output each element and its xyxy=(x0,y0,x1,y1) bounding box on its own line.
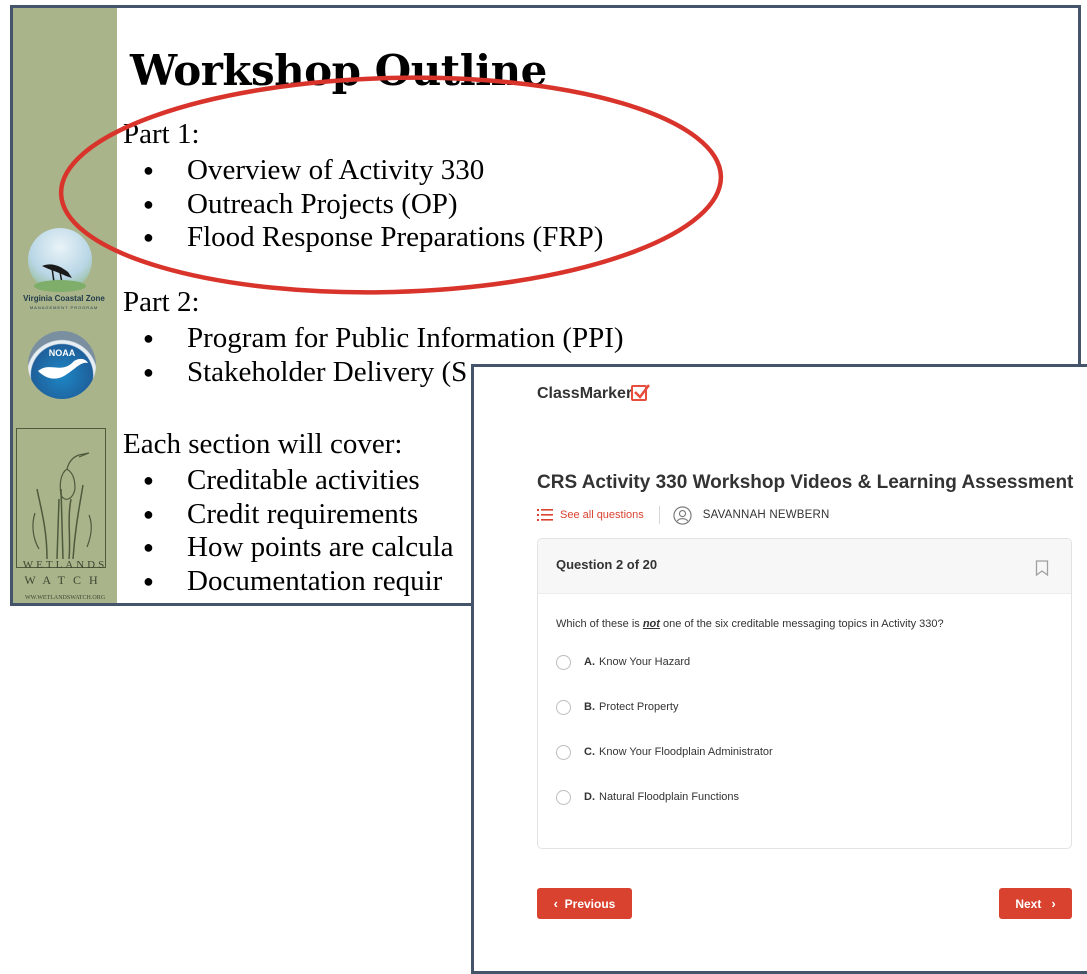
previous-button[interactable]: ‹ Previous xyxy=(537,888,632,919)
chevron-left-icon: ‹ xyxy=(553,896,558,911)
user-name: SAVANNAH NEWBERN xyxy=(702,509,830,521)
bookmark-icon[interactable] xyxy=(1035,560,1049,576)
option-letter: D. xyxy=(584,791,595,803)
next-button-label: Next xyxy=(1015,896,1042,911)
list-icon[interactable] xyxy=(537,508,553,522)
chevron-right-icon: › xyxy=(1051,896,1056,911)
question-text-emphasis: not xyxy=(642,618,660,630)
option-letter: A. xyxy=(584,656,595,668)
question-number: Question 2 of 20 xyxy=(556,557,658,572)
option-text: Know Your Floodplain Administrator xyxy=(599,746,773,758)
question-text: Which of these is not one of the six cre… xyxy=(556,618,944,630)
classmarker-quiz-window: ClassMarker CRS Activity 330 Workshop Vi… xyxy=(471,364,1087,974)
classmarker-logo: ClassMarker xyxy=(537,385,633,402)
see-all-questions-link[interactable]: See all questions xyxy=(560,509,644,521)
answer-option-d[interactable]: D. Natural Floodplain Functions xyxy=(556,787,739,807)
quiz-title: CRS Activity 330 Workshop Videos & Learn… xyxy=(537,472,1074,493)
answer-option-c[interactable]: C. Know Your Floodplain Administrator xyxy=(556,742,773,762)
radio-button[interactable] xyxy=(556,699,571,715)
radio-button[interactable] xyxy=(556,744,571,760)
option-text: Know Your Hazard xyxy=(599,656,691,668)
divider xyxy=(658,506,660,524)
option-text: Natural Floodplain Functions xyxy=(599,791,740,803)
answer-option-a[interactable]: A. Know Your Hazard xyxy=(556,652,690,672)
question-text-prefix: Which of these is xyxy=(556,618,643,630)
question-card: Question 2 of 20 Which of these is not o… xyxy=(537,538,1072,849)
option-text: Protect Property xyxy=(599,701,679,713)
radio-button[interactable] xyxy=(556,789,571,805)
radio-button[interactable] xyxy=(556,654,571,670)
next-button[interactable]: Next › xyxy=(999,888,1072,919)
question-text-suffix: one of the six creditable messaging topi… xyxy=(659,618,944,630)
checkmark-icon xyxy=(631,384,650,401)
option-letter: B. xyxy=(584,701,595,713)
quiz-subbar: See all questions SAVANNAH NEWBERN xyxy=(537,505,830,525)
option-letter: C. xyxy=(584,746,595,758)
previous-button-label: Previous xyxy=(564,896,616,911)
user-icon xyxy=(673,505,692,525)
question-card-header: Question 2 of 20 xyxy=(538,539,1071,594)
answer-option-b[interactable]: B. Protect Property xyxy=(556,697,678,717)
